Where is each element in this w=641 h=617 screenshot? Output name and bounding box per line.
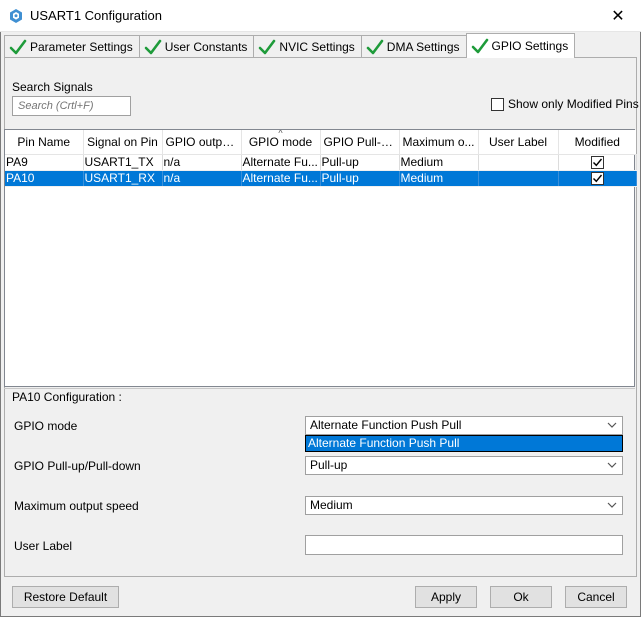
tab-dma-settings[interactable]: DMA Settings bbox=[360, 35, 467, 58]
tab-user-constants[interactable]: User Constants bbox=[138, 35, 255, 58]
gpio-pull-label: GPIO Pull-up/Pull-down bbox=[14, 459, 141, 473]
close-button[interactable]: ✕ bbox=[595, 0, 641, 32]
gpio-mode-select[interactable]: Alternate Function Push Pull bbox=[305, 416, 623, 435]
cell-signal: USART1_TX bbox=[83, 154, 163, 171]
chevron-down-icon bbox=[607, 502, 617, 508]
apply-button[interactable]: Apply bbox=[415, 586, 477, 608]
tab-nvic-settings[interactable]: NVIC Settings bbox=[253, 35, 362, 58]
app-icon bbox=[10, 9, 22, 23]
search-signals-label: Search Signals bbox=[12, 80, 93, 94]
show-modified-checkbox[interactable] bbox=[491, 97, 504, 111]
column-header-signal-on-pin[interactable]: Signal on Pin bbox=[83, 130, 163, 155]
show-modified-label: Show only Modified Pins bbox=[508, 97, 639, 111]
chevron-down-icon bbox=[607, 462, 617, 468]
cell-speed: Medium bbox=[399, 154, 479, 171]
cell-speed: Medium bbox=[399, 170, 479, 187]
cell-mode: Alternate Fu... bbox=[241, 154, 321, 171]
max-output-speed-select[interactable]: Medium bbox=[305, 496, 623, 515]
cell-output: n/a bbox=[162, 154, 242, 171]
tab-label: NVIC Settings bbox=[279, 40, 355, 54]
tab-label: DMA Settings bbox=[386, 40, 460, 54]
tab-label: User Constants bbox=[164, 40, 248, 54]
cell-pull: Pull-up bbox=[320, 154, 400, 171]
modified-checkbox[interactable] bbox=[590, 156, 604, 169]
table-header: Pin Name Signal on Pin GPIO output... ^ G… bbox=[5, 130, 636, 155]
cell-user-label bbox=[478, 154, 559, 171]
tab-parameter-settings[interactable]: Parameter Settings bbox=[4, 35, 140, 58]
cell-pin: PA9 bbox=[5, 154, 84, 171]
checkmark-icon bbox=[592, 174, 602, 183]
column-header-modified[interactable]: Modified bbox=[558, 130, 636, 155]
cell-modified bbox=[558, 170, 637, 187]
table-row[interactable]: PA9 USART1_TX n/a Alternate Fu... Pull-u… bbox=[5, 154, 637, 171]
chevron-down-icon bbox=[607, 422, 617, 428]
gpio-mode-value: Alternate Function Push Pull bbox=[310, 418, 462, 432]
table-row[interactable]: PA10 USART1_RX n/a Alternate Fu... Pull-… bbox=[5, 170, 637, 187]
gpio-mode-dropdown-option[interactable]: Alternate Function Push Pull bbox=[305, 435, 623, 452]
cell-signal: USART1_RX bbox=[83, 170, 163, 187]
cell-pull: Pull-up bbox=[320, 170, 400, 187]
gpio-pull-select[interactable]: Pull-up bbox=[305, 456, 623, 475]
gpio-pull-value: Pull-up bbox=[310, 458, 348, 472]
ok-button[interactable]: Ok bbox=[490, 586, 552, 608]
config-title: PA10 Configuration : bbox=[12, 390, 122, 404]
checkmark-icon bbox=[592, 158, 602, 167]
cell-mode: Alternate Fu... bbox=[241, 170, 321, 187]
tab-label: GPIO Settings bbox=[491, 39, 569, 53]
column-header-gpio-output[interactable]: GPIO output... bbox=[162, 130, 242, 155]
check-icon bbox=[9, 39, 27, 55]
title-bar: USART1 Configuration ✕ bbox=[0, 0, 641, 32]
max-output-speed-label: Maximum output speed bbox=[14, 499, 139, 513]
show-modified-filter[interactable]: Show only Modified Pins bbox=[491, 97, 639, 111]
pin-table: Pin Name Signal on Pin GPIO output... ^ G… bbox=[4, 129, 637, 387]
tab-strip: Parameter Settings User Constants NVIC S… bbox=[4, 33, 576, 58]
search-input[interactable] bbox=[12, 96, 131, 116]
sort-ascending-icon: ^ bbox=[278, 130, 283, 138]
modified-checkbox[interactable] bbox=[590, 172, 604, 185]
column-header-gpio-pull[interactable]: GPIO Pull-u... bbox=[320, 130, 400, 155]
check-icon bbox=[259, 39, 276, 55]
column-header-user-label[interactable]: User Label bbox=[478, 130, 559, 155]
check-icon bbox=[144, 39, 162, 55]
cell-pin: PA10 bbox=[5, 170, 84, 187]
close-icon: ✕ bbox=[611, 8, 625, 25]
dropdown-option-label: Alternate Function Push Pull bbox=[308, 436, 460, 450]
tab-gpio-settings[interactable]: GPIO Settings bbox=[465, 33, 576, 58]
column-header-gpio-mode[interactable]: ^ GPIO mode bbox=[241, 130, 321, 155]
restore-default-button[interactable]: Restore Default bbox=[12, 586, 119, 608]
cell-output: n/a bbox=[162, 170, 242, 187]
window-title: USART1 Configuration bbox=[30, 8, 162, 23]
user-label-label: User Label bbox=[14, 539, 73, 553]
column-header-pin-name[interactable]: Pin Name bbox=[5, 130, 84, 155]
user-label-input[interactable] bbox=[305, 535, 623, 555]
check-icon bbox=[366, 39, 384, 55]
cancel-button[interactable]: Cancel bbox=[565, 586, 627, 608]
max-output-speed-value: Medium bbox=[310, 498, 353, 512]
cell-user-label bbox=[478, 170, 559, 187]
column-header-max-output[interactable]: Maximum o... bbox=[399, 130, 479, 155]
check-icon bbox=[471, 38, 488, 54]
tab-label: Parameter Settings bbox=[30, 40, 133, 54]
gpio-mode-label: GPIO mode bbox=[14, 419, 78, 433]
cell-modified bbox=[558, 154, 637, 171]
